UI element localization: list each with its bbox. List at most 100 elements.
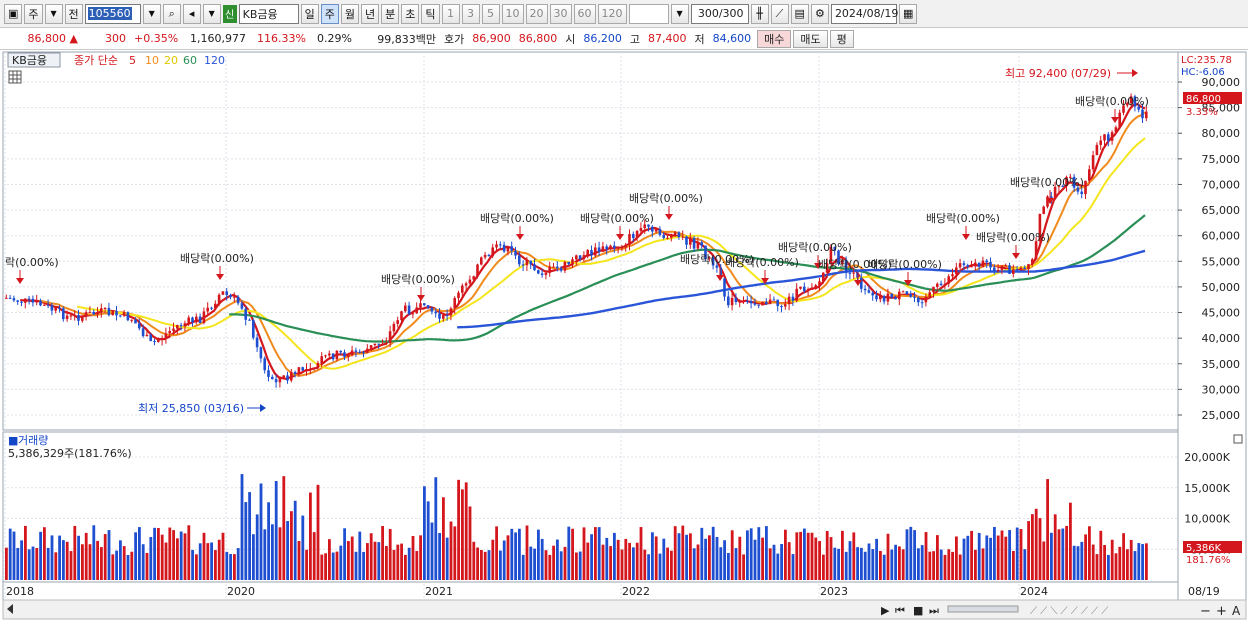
volume-bar (708, 535, 711, 580)
period-minute-button[interactable]: 분 (381, 3, 400, 24)
volume-bar (670, 550, 673, 580)
period-day-button[interactable]: 일 (300, 3, 319, 24)
date-input[interactable]: 2024/08/19 (830, 3, 898, 24)
volume-bar (1034, 508, 1038, 580)
candle-body (651, 226, 654, 232)
zoom-slider[interactable] (947, 605, 1019, 613)
volume-bar (1145, 543, 1148, 580)
stock-code-input[interactable]: 105560 (84, 3, 141, 24)
candle-body (1114, 127, 1118, 133)
volume-bar (191, 549, 194, 580)
chart-area[interactable]: KB금융 종가 단순 5 10 20 60 120 90,000 85,000 80… (0, 50, 1248, 621)
candle-body (160, 338, 164, 340)
volume-bar (848, 541, 852, 580)
close-panel-icon[interactable] (1233, 434, 1243, 444)
period-month-button[interactable]: 월 (340, 3, 360, 24)
volume-ratio: 116.33% (257, 32, 306, 45)
buy-button[interactable]: 매수 (757, 29, 792, 48)
interval-3-button[interactable]: 3 (461, 3, 480, 24)
interval-30-button[interactable]: 30 (549, 3, 572, 24)
volume-bar (977, 532, 981, 580)
period-year-button[interactable]: 년 (361, 3, 380, 24)
volume-bar (20, 540, 23, 580)
x-axis-last-date: 08/19 (1188, 585, 1220, 598)
candle-type-icon[interactable]: ╫ (750, 3, 769, 24)
sell-button[interactable]: 매도 (793, 29, 828, 48)
volume-bar (278, 527, 282, 580)
volume-bar (316, 484, 320, 580)
volume-bar (202, 532, 206, 580)
type-button[interactable]: 주 (24, 3, 43, 24)
chevron-down-icon[interactable]: ▼ (202, 3, 221, 24)
prev-button[interactable]: 전 (64, 3, 83, 24)
volume-bar (639, 527, 643, 580)
volume-bar (1004, 536, 1008, 580)
table-icon[interactable] (8, 70, 22, 84)
volume-bar (305, 549, 308, 580)
stock-name-field[interactable]: KB금융 (238, 3, 299, 24)
period-tick-button[interactable]: 틱 (421, 3, 440, 24)
dividend-note: 배당락(0.00%) (480, 212, 554, 225)
forward-icon[interactable]: ⏭ (929, 604, 939, 617)
chevron-down-icon[interactable]: ▼ (44, 3, 63, 24)
candle-body (122, 312, 126, 316)
x-axis-label: 2020 (227, 585, 255, 598)
chart-type-icon[interactable]: ⟋ (770, 3, 789, 24)
volume-bar (578, 551, 582, 580)
stock-chart[interactable]: KB금융 종가 단순 5 10 20 60 120 90,00085,00080… (0, 50, 1248, 621)
period-week-button[interactable]: 주 (320, 3, 339, 24)
candle-body (1000, 265, 1004, 270)
volume-bar (1072, 545, 1076, 580)
play-icon[interactable]: ▶ (881, 604, 890, 617)
volume-bar (1031, 514, 1034, 580)
candle-body (331, 353, 335, 360)
open-label: 시 (565, 32, 576, 46)
candle-body (320, 356, 323, 364)
search-icon[interactable]: ⌕ (162, 3, 181, 24)
font-size-icon[interactable]: A (1232, 604, 1241, 618)
volume-bar (818, 541, 821, 580)
volume-bar (434, 477, 438, 580)
candle-body (799, 286, 802, 289)
volume-bar (837, 548, 840, 580)
volume-bar (575, 552, 578, 580)
candle-body (495, 244, 498, 248)
save-icon[interactable]: ▤ (790, 3, 809, 24)
interval-input[interactable] (628, 3, 669, 24)
candle-body (453, 298, 456, 309)
candle-body (400, 311, 403, 321)
stop-icon[interactable]: ■ (913, 604, 923, 617)
speaker-icon[interactable]: ◂ (182, 3, 201, 24)
eval-button[interactable]: 평 (829, 29, 854, 48)
code-dropdown-icon[interactable]: ▼ (142, 3, 161, 24)
dividend-note: 배당락(0.00%) (580, 212, 654, 225)
rewind-icon[interactable]: ⏮ (895, 604, 905, 617)
candle-body (385, 342, 388, 344)
bar-count-input[interactable]: 300/300 (690, 3, 749, 24)
interval-60-button[interactable]: 60 (573, 3, 596, 24)
interval-10-button[interactable]: 10 (501, 3, 524, 24)
zoom-in-icon[interactable]: + (1216, 604, 1227, 619)
interval-1-button[interactable]: 1 (441, 3, 460, 24)
volume-bar (198, 543, 202, 580)
dividend-note: 락(0.00%) (5, 256, 59, 269)
volume-bar (803, 528, 806, 580)
interval-5-button[interactable]: 5 (481, 3, 500, 24)
zoom-out-icon[interactable]: − (1200, 604, 1211, 619)
volume-bar (225, 551, 229, 580)
candle-body (461, 285, 464, 293)
shin-badge: 신 (222, 4, 237, 23)
window-menu-icon[interactable]: ▣ (4, 3, 23, 24)
volume-bar (765, 526, 768, 580)
chevron-down-icon[interactable]: ▼ (670, 3, 689, 24)
tool-icons[interactable]: ⟋ ⟋ ⟍ ⟋ ⟋ ⟋ ⟋ ⟋ (1030, 606, 1108, 617)
period-second-button[interactable]: 초 (401, 3, 420, 24)
interval-20-button[interactable]: 20 (525, 3, 548, 24)
candle-body (449, 308, 453, 316)
calendar-icon[interactable]: ▦ (898, 3, 918, 24)
interval-120-button[interactable]: 120 (597, 3, 627, 24)
gear-icon[interactable]: ⚙ (810, 3, 829, 24)
volume-bar (1110, 539, 1114, 580)
volume-bar (1065, 525, 1068, 580)
candle-body (407, 305, 411, 315)
